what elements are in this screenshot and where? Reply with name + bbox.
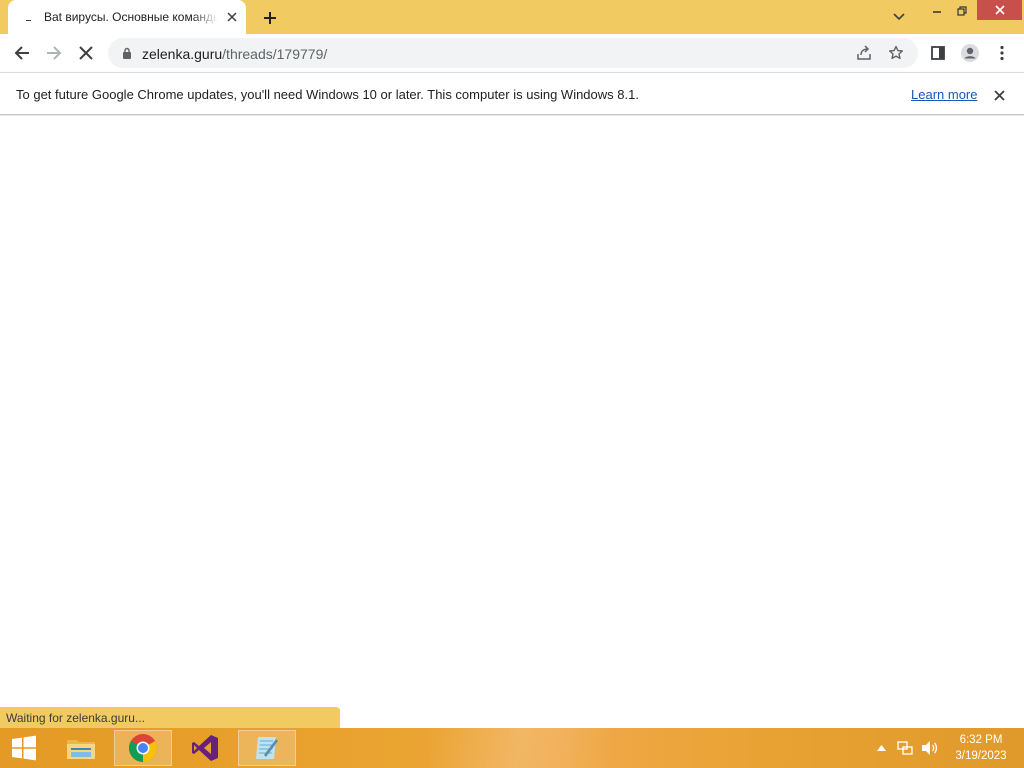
star-icon (889, 45, 903, 60)
taskbar-app-google-chrome[interactable] (114, 730, 172, 766)
share-button[interactable] (854, 43, 874, 63)
bookmark-button[interactable] (886, 43, 906, 63)
url-host: zelenka.guru (142, 46, 223, 62)
clock-date: 3/19/2023 (955, 750, 1007, 762)
restore-icon (957, 6, 967, 16)
kebab-menu-icon (1000, 45, 1004, 61)
new-tab-button[interactable] (258, 6, 282, 30)
taskbar-app-notepad[interactable] (238, 730, 296, 766)
volume-tray-button[interactable] (920, 739, 940, 757)
arrow-left-icon (14, 46, 29, 60)
share-icon (857, 45, 871, 60)
infobar-message: To get future Google Chrome updates, you… (16, 87, 639, 102)
avatar-icon (961, 44, 979, 62)
visual-studio-icon (192, 735, 218, 761)
browser-toolbar: zelenka.guru/threads/179779/ (0, 34, 1024, 72)
side-panel-button[interactable] (923, 38, 953, 68)
taskbar-app-file-explorer[interactable] (52, 730, 110, 766)
page-content[interactable] (0, 116, 1024, 728)
network-tray-button[interactable] (896, 739, 914, 757)
plus-icon (264, 12, 276, 24)
close-icon (79, 46, 93, 60)
profile-button[interactable] (955, 38, 985, 68)
url-text[interactable]: zelenka.guru/threads/179779/ (142, 46, 327, 62)
minimize-icon (933, 11, 941, 13)
forward-button[interactable] (39, 38, 69, 68)
restore-button[interactable] (951, 0, 973, 22)
chevron-up-icon (876, 745, 886, 751)
arrow-right-icon (47, 46, 62, 60)
side-panel-icon (931, 46, 945, 60)
tab-close-button[interactable] (222, 7, 242, 27)
close-icon (994, 5, 1005, 15)
close-icon (227, 12, 237, 22)
learn-more-link[interactable]: Learn more (911, 87, 977, 102)
back-button[interactable] (7, 38, 37, 68)
lock-icon[interactable] (120, 46, 134, 60)
windows-logo-icon (12, 735, 36, 761)
start-button[interactable] (4, 732, 44, 764)
folder-icon (67, 740, 95, 759)
taskbar-app-visual-studio[interactable] (176, 730, 234, 766)
volume-icon (922, 741, 938, 755)
show-hidden-icons-button[interactable] (874, 742, 888, 754)
chrome-icon (129, 734, 157, 762)
update-infobar: To get future Google Chrome updates, you… (0, 72, 1024, 115)
windows-taskbar: 6:32 PM 3/19/2023 (0, 728, 1024, 768)
tab-title: Bat вирусы. Основные команды (44, 10, 218, 24)
network-icon (897, 741, 913, 755)
minimize-button[interactable] (926, 0, 948, 22)
chrome-menu-button[interactable] (987, 38, 1017, 68)
browser-title-bar: Bat вирусы. Основные команды (0, 0, 1024, 34)
status-text: Waiting for zelenka.guru... (6, 711, 145, 725)
tab-search-button[interactable] (888, 6, 910, 28)
notepad-icon (256, 737, 278, 759)
loading-favicon-icon (26, 14, 34, 22)
clock-time: 6:32 PM (959, 734, 1003, 746)
status-bubble: Waiting for zelenka.guru... (0, 707, 340, 728)
stop-loading-button[interactable] (71, 38, 101, 68)
address-bar[interactable]: zelenka.guru/threads/179779/ (108, 38, 918, 68)
window-close-button[interactable] (977, 0, 1022, 20)
close-icon (993, 89, 1005, 101)
browser-tab[interactable]: Bat вирусы. Основные команды (8, 0, 246, 34)
infobar-close-button[interactable] (990, 86, 1008, 104)
chevron-down-icon (893, 13, 905, 21)
url-path: /threads/179779/ (222, 46, 328, 62)
taskbar-clock[interactable]: 6:32 PM 3/19/2023 (946, 732, 1016, 764)
